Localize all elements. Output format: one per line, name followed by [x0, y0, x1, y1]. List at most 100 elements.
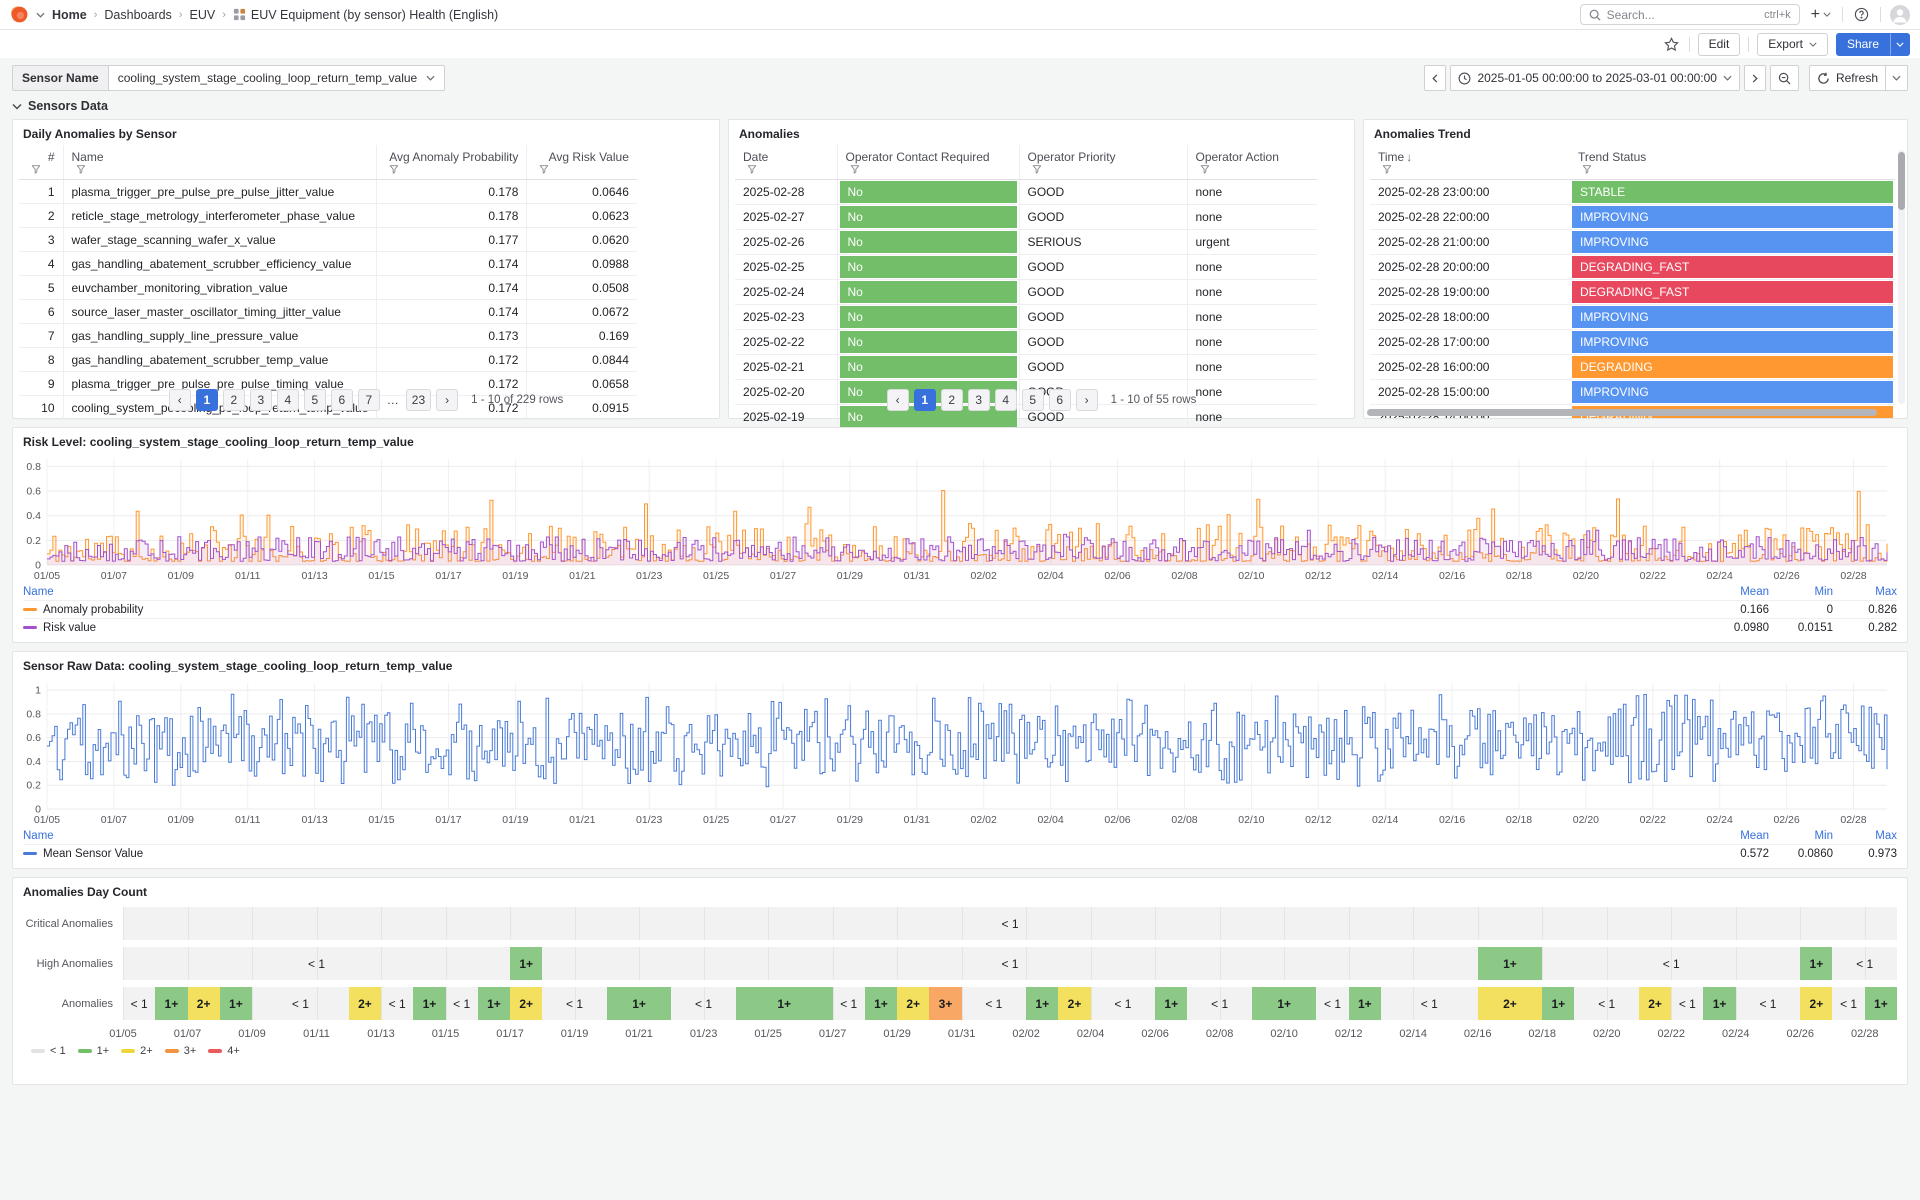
timeline-segment[interactable]: < 1: [542, 987, 607, 1020]
pagination-page-button[interactable]: 2: [223, 389, 245, 411]
edit-button[interactable]: Edit: [1698, 33, 1741, 56]
timeline-segment[interactable]: 2+: [510, 987, 542, 1020]
timeline-segment[interactable]: < 1: [1316, 987, 1348, 1020]
legend-item[interactable]: 4+: [208, 1045, 240, 1057]
legend-stat-header[interactable]: Min: [1769, 586, 1833, 598]
pagination-page-button[interactable]: 2: [941, 389, 963, 411]
share-menu-caret[interactable]: [1890, 33, 1910, 56]
timeline-segment[interactable]: < 1: [1832, 987, 1864, 1020]
share-button[interactable]: Share: [1836, 33, 1890, 56]
pagination-prev-button[interactable]: ‹: [887, 389, 909, 411]
pagination-next-button[interactable]: ›: [1076, 389, 1098, 411]
legend-stat-header[interactable]: Max: [1833, 586, 1897, 598]
timeline-segment[interactable]: 1+: [865, 987, 897, 1020]
pagination-page-button[interactable]: 4: [995, 389, 1017, 411]
pagination-page-button[interactable]: 1: [914, 389, 936, 411]
legend-series[interactable]: Risk value: [23, 622, 1705, 634]
timeline-segment[interactable]: < 1: [1574, 987, 1639, 1020]
timeline-segment[interactable]: 1+: [1703, 987, 1735, 1020]
pagination-page-button[interactable]: 6: [1049, 389, 1071, 411]
legend-series[interactable]: Mean Sensor Value: [23, 848, 1705, 860]
timeline-segment[interactable]: 1+: [1026, 987, 1058, 1020]
table-header-cell[interactable]: #: [19, 145, 63, 180]
help-icon[interactable]: [1852, 5, 1871, 24]
pagination-page-button[interactable]: 3: [250, 389, 272, 411]
timeline-segment[interactable]: 2+: [1478, 987, 1543, 1020]
pagination-page-button[interactable]: 6: [331, 389, 353, 411]
filter-funnel-icon[interactable]: [1032, 164, 1042, 174]
legend-item[interactable]: < 1: [31, 1045, 66, 1057]
timeline-segment[interactable]: 2+: [188, 987, 220, 1020]
timeline-segment[interactable]: < 1: [123, 947, 510, 980]
timeline-segment[interactable]: < 1: [1091, 987, 1156, 1020]
table-header-cell[interactable]: Time↓: [1370, 145, 1570, 180]
filter-funnel-icon[interactable]: [850, 164, 860, 174]
legend-item[interactable]: 3+: [165, 1045, 197, 1057]
breadcrumb-dashboard-title[interactable]: EUV Equipment (by sensor) Health (Englis…: [251, 8, 498, 22]
pagination-page-button[interactable]: 5: [1022, 389, 1044, 411]
filter-funnel-icon[interactable]: [76, 164, 86, 174]
timeline-segment[interactable]: 1+: [736, 987, 833, 1020]
timeline-segment[interactable]: < 1: [1542, 947, 1800, 980]
filter-funnel-icon[interactable]: [747, 164, 757, 174]
filter-funnel-icon[interactable]: [389, 164, 399, 174]
timeline-segment[interactable]: 1+: [1155, 987, 1187, 1020]
legend-name-header[interactable]: Name: [23, 586, 1705, 598]
table-header-cell[interactable]: Trend Status: [1570, 145, 1895, 180]
filter-funnel-icon[interactable]: [1200, 164, 1210, 174]
add-new-button[interactable]: +: [1809, 5, 1833, 25]
timeline-segment[interactable]: 3+: [929, 987, 961, 1020]
table-header-cell[interactable]: Avg Risk Value: [527, 145, 637, 180]
timeline-segment[interactable]: 2+: [1639, 987, 1671, 1020]
legend-item[interactable]: 2+: [121, 1045, 153, 1057]
pagination-page-button[interactable]: 3: [968, 389, 990, 411]
scrollbar-thumb[interactable]: [1898, 152, 1905, 210]
timeline-segment[interactable]: < 1: [123, 907, 1897, 940]
pagination-page-button[interactable]: 7: [358, 389, 380, 411]
pagination-page-button[interactable]: 23: [406, 389, 431, 411]
table-header-cell[interactable]: Operator Priority: [1019, 145, 1187, 180]
timeline-segment[interactable]: < 1: [1832, 947, 1897, 980]
time-shift-back-button[interactable]: [1424, 65, 1446, 91]
timeline-segment[interactable]: 1+: [220, 987, 252, 1020]
table-header-cell[interactable]: Operator Contact Required: [837, 145, 1019, 180]
grafana-logo[interactable]: [10, 5, 29, 24]
timeline-segment[interactable]: < 1: [542, 947, 1477, 980]
legend-stat-header[interactable]: Mean: [1705, 586, 1769, 598]
filter-funnel-icon[interactable]: [31, 164, 41, 174]
favorite-star-icon[interactable]: [1662, 35, 1681, 54]
search-input[interactable]: Search... ctrl+k: [1580, 4, 1800, 25]
filter-funnel-icon[interactable]: [539, 164, 549, 174]
pagination-next-button[interactable]: ›: [436, 389, 458, 411]
timeline-segment[interactable]: < 1: [1187, 987, 1252, 1020]
risk-level-chart[interactable]: 00.20.40.60.801/0501/0701/0901/1101/1301…: [13, 453, 1907, 583]
breadcrumb-folder[interactable]: EUV: [189, 8, 215, 22]
legend-name-header[interactable]: Name: [23, 830, 1705, 842]
timeline-segment[interactable]: 2+: [897, 987, 929, 1020]
table-header-cell[interactable]: Name: [63, 145, 377, 180]
timeline-segment[interactable]: < 1: [1381, 987, 1478, 1020]
table-header-cell[interactable]: Date: [735, 145, 837, 180]
timeline-segment[interactable]: 1+: [1542, 987, 1574, 1020]
timeline-segment[interactable]: 2+: [349, 987, 381, 1020]
timeline-segment[interactable]: 1+: [510, 947, 542, 980]
timeline-segment[interactable]: 1+: [1252, 987, 1317, 1020]
timeline-segment[interactable]: < 1: [962, 987, 1027, 1020]
timeline-segment[interactable]: 1+: [1478, 947, 1543, 980]
timeline-segment[interactable]: < 1: [833, 987, 865, 1020]
filter-funnel-icon[interactable]: [1382, 164, 1392, 174]
timeline-segment[interactable]: 1+: [155, 987, 187, 1020]
legend-stat-header[interactable]: Max: [1833, 830, 1897, 842]
export-button[interactable]: Export: [1757, 33, 1828, 56]
section-sensors-data[interactable]: Sensors Data: [0, 96, 1920, 119]
table-header-cell[interactable]: Operator Action: [1187, 145, 1317, 180]
org-switcher-caret[interactable]: [36, 12, 45, 18]
timeline-segment[interactable]: < 1: [252, 987, 349, 1020]
timeline-segment[interactable]: 2+: [1058, 987, 1090, 1020]
sensor-name-variable[interactable]: Sensor Name cooling_system_stage_cooling…: [12, 65, 445, 91]
refresh-interval-caret[interactable]: [1886, 65, 1908, 91]
timeline-segment[interactable]: < 1: [381, 987, 413, 1020]
pagination-prev-button[interactable]: ‹: [169, 389, 191, 411]
zoom-out-icon[interactable]: [1770, 65, 1799, 91]
timeline-segment[interactable]: 1+: [1865, 987, 1897, 1020]
